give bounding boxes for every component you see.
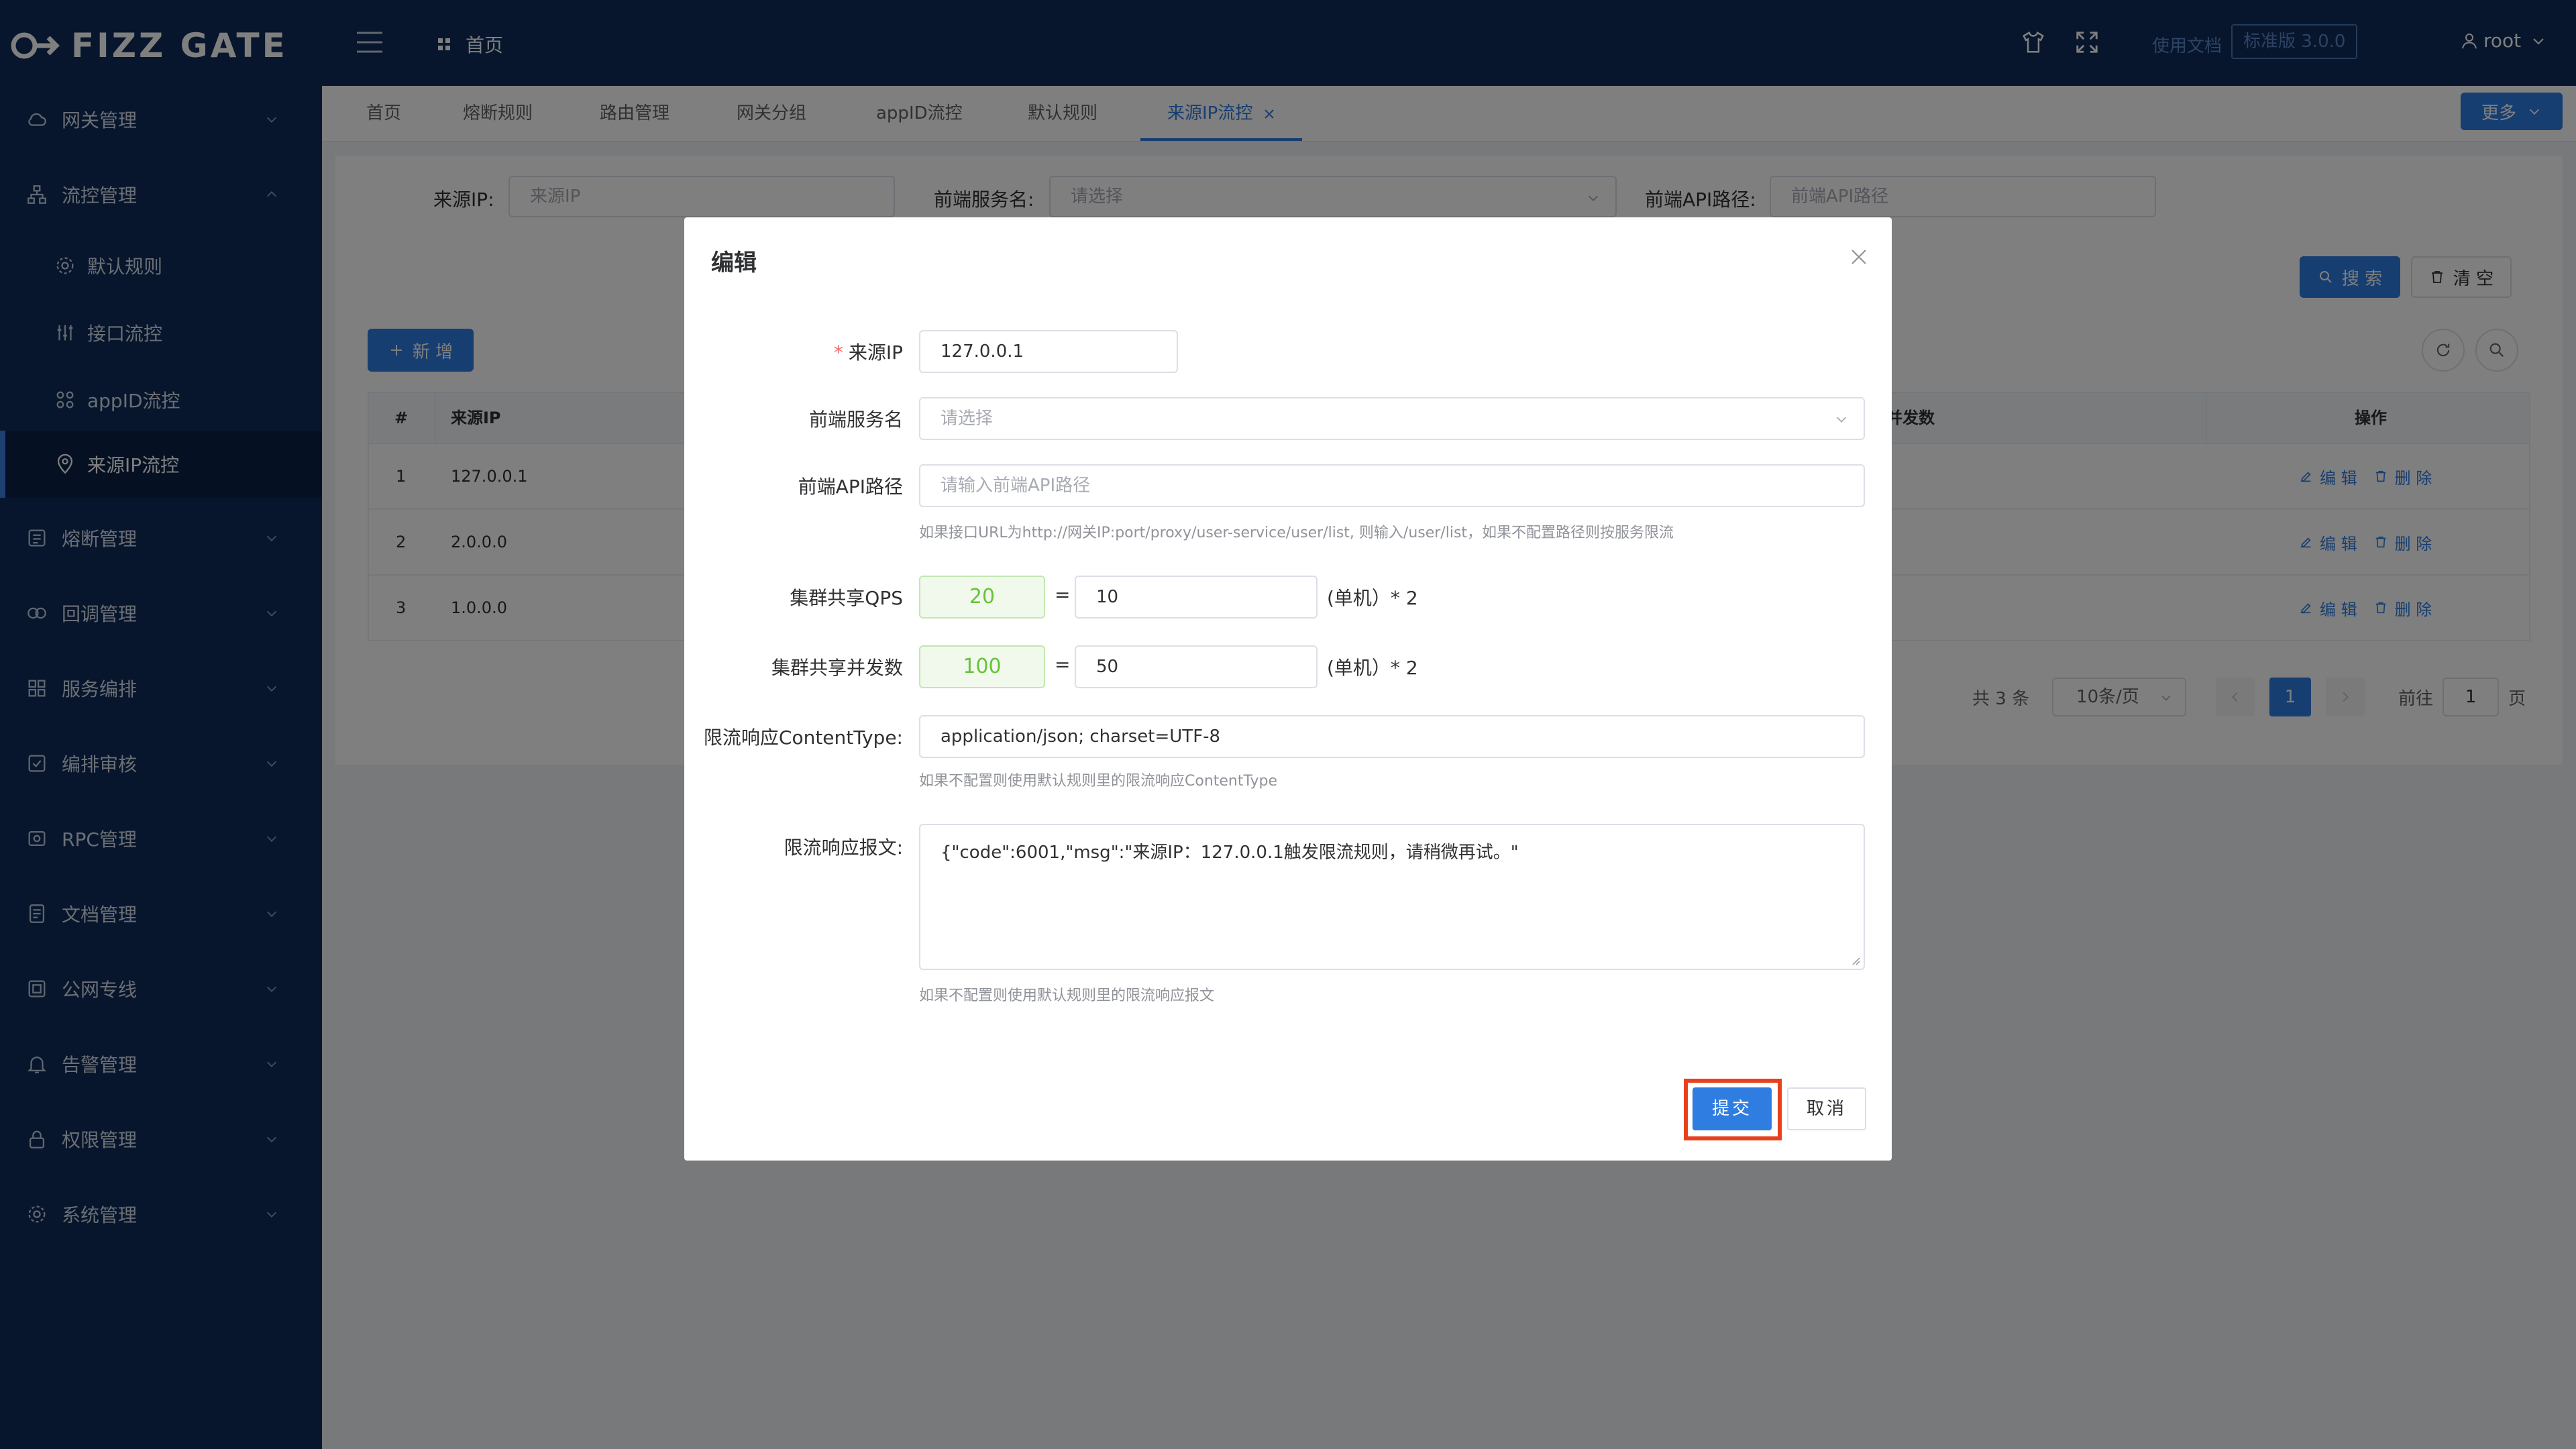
api-path-hint: 如果接口URL为http://网关IP:port/proxy/user-serv…: [919, 525, 1674, 541]
api-path-label: 前端API路径: [798, 476, 903, 498]
qps-equals: =: [1055, 584, 1071, 606]
required-asterisk: *: [833, 341, 843, 364]
concurrency-suffix: (单机）* 2: [1327, 657, 1418, 679]
source-ip-label-text: 来源IP: [848, 341, 903, 364]
qps-total-display: 20: [919, 576, 1045, 619]
chevron-down-icon: [1836, 417, 1847, 423]
content-type-input[interactable]: application/json; charset=UTF-8: [919, 715, 1865, 758]
concurrency-total-display: 100: [919, 645, 1045, 688]
cancel-button[interactable]: 取消: [1787, 1087, 1866, 1130]
response-body-label: 限流响应报文:: [784, 837, 903, 859]
source-ip-label: * 来源IP: [834, 338, 903, 365]
concurrency-label: 集群共享并发数: [771, 657, 903, 679]
qps-single-input[interactable]: 10: [1075, 576, 1318, 619]
response-body-hint: 如果不配置则使用默认规则里的限流响应报文: [919, 987, 1215, 1004]
service-placeholder: 请选择: [941, 409, 994, 429]
edit-dialog: 编辑 * 来源IP 127.0.0.1 前端服务名 请选择 前端API路径 请输入…: [684, 217, 1892, 1161]
dialog-title: 编辑: [711, 250, 757, 276]
response-body-textarea[interactable]: {"code":6001,"msg":"来源IP：127.0.0.1触发限流规则…: [919, 824, 1865, 970]
concurrency-single-input[interactable]: 50: [1075, 645, 1318, 688]
qps-suffix: (单机）* 2: [1327, 587, 1418, 609]
api-path-input[interactable]: 请输入前端API路径: [919, 464, 1865, 507]
service-label: 前端服务名: [808, 409, 903, 431]
resize-grip-icon[interactable]: [1849, 954, 1861, 966]
content-type-label: 限流响应ContentType:: [703, 727, 903, 749]
service-select[interactable]: 请选择: [919, 397, 1865, 440]
submit-button[interactable]: 提交: [1693, 1087, 1772, 1130]
response-body-value: {"code":6001,"msg":"来源IP：127.0.0.1触发限流规则…: [941, 843, 1519, 863]
source-ip-input[interactable]: 127.0.0.1: [919, 330, 1178, 373]
content-type-hint: 如果不配置则使用默认规则里的限流响应ContentType: [919, 773, 1278, 790]
close-icon[interactable]: [1849, 247, 1869, 267]
qps-label: 集群共享QPS: [790, 587, 903, 609]
concurrency-equals: =: [1055, 653, 1071, 676]
